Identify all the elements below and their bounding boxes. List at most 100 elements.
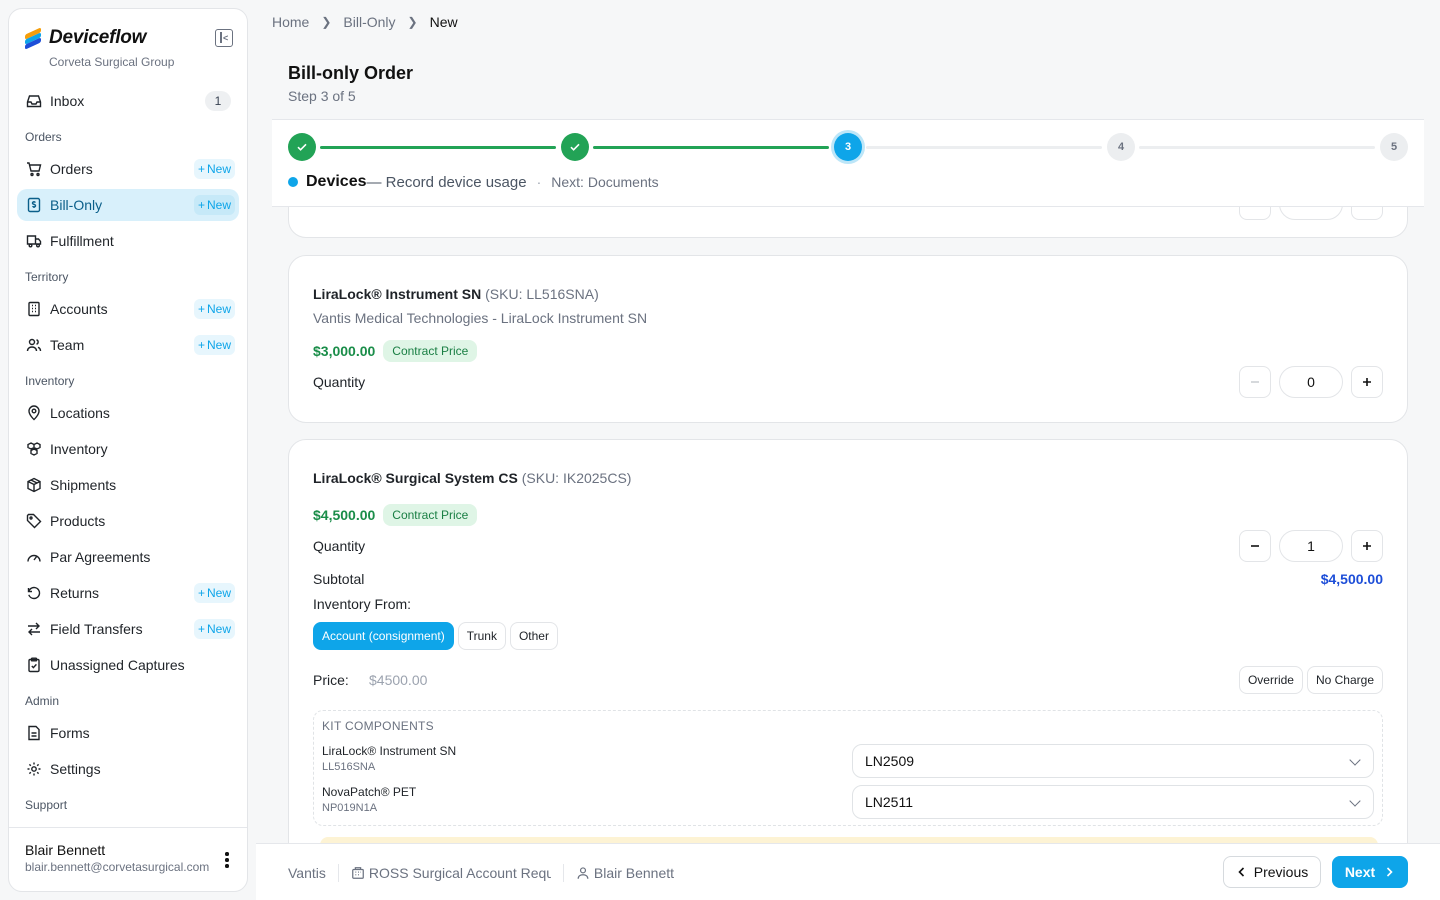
sidebar-item-returns[interactable]: Returns + New xyxy=(17,577,239,609)
brand[interactable]: Deviceflow xyxy=(25,27,146,50)
sidebar-item-label: Unassigned Captures xyxy=(50,657,185,673)
inbox-icon xyxy=(25,92,43,110)
breadcrumb-bill-only[interactable]: Bill-Only xyxy=(343,14,395,30)
sidebar-item-label: Fulfillment xyxy=(50,233,114,249)
new-bill-only-button[interactable]: + New xyxy=(193,195,235,215)
footer-vendor: Vantis xyxy=(288,865,326,881)
sidebar-item-orders[interactable]: Orders + New xyxy=(17,153,239,185)
chevron-right-icon: ❯ xyxy=(407,15,418,29)
sidebar-item-inventory[interactable]: Inventory xyxy=(17,433,239,465)
subtotal-label: Subtotal xyxy=(313,571,365,587)
sidebar-item-shipments[interactable]: Shipments xyxy=(17,469,239,501)
sidebar-item-label: Products xyxy=(50,513,106,529)
minus-icon xyxy=(1251,545,1259,547)
receipt-dollar-icon xyxy=(25,196,43,214)
sidebar-item-team[interactable]: Team + New xyxy=(17,329,239,361)
building-icon xyxy=(25,300,43,318)
breadcrumb-home[interactable]: Home xyxy=(272,14,309,30)
chevron-down-icon xyxy=(1349,754,1361,766)
inventory-option-other[interactable]: Other xyxy=(509,622,558,650)
new-field-transfer-button[interactable]: + New xyxy=(193,619,235,639)
sidebar-item-label: Team xyxy=(50,337,85,353)
decrement-button[interactable] xyxy=(1239,530,1271,562)
new-account-button[interactable]: + New xyxy=(193,299,235,319)
plus-icon: + xyxy=(197,198,205,212)
user-profile[interactable]: Blair Bennett blair.bennett@corvetasurgi… xyxy=(9,827,247,891)
previous-button[interactable]: Previous xyxy=(1223,856,1321,888)
new-return-button[interactable]: + New xyxy=(193,583,235,603)
quantity-input[interactable]: 1 xyxy=(1279,530,1343,562)
building-icon xyxy=(351,866,365,880)
sidebar-item-inbox[interactable]: Inbox 1 xyxy=(17,85,239,117)
sidebar-item-products[interactable]: Products xyxy=(17,505,239,537)
nav-section-support: Support xyxy=(25,798,68,812)
sidebar-item-settings[interactable]: Settings xyxy=(17,753,239,785)
lot-select[interactable]: LN2511 xyxy=(852,785,1374,819)
subtotal-value: $4,500.00 xyxy=(1320,571,1383,587)
increment-button[interactable] xyxy=(1351,530,1383,562)
inventory-source-options: Account (consignment) Trunk Other xyxy=(313,622,558,650)
breadcrumb: Home ❯ Bill-Only ❯ New xyxy=(272,14,458,30)
inventory-option-trunk[interactable]: Trunk xyxy=(457,622,506,650)
new-team-member-button[interactable]: + New xyxy=(193,335,235,355)
step-1-complete[interactable] xyxy=(288,133,316,161)
sidebar-item-label: Inventory xyxy=(50,441,108,457)
override-button[interactable]: Override xyxy=(1238,666,1303,694)
device-card-previous xyxy=(288,207,1408,238)
nav-section-territory: Territory xyxy=(25,270,69,284)
price-label: Price: xyxy=(313,672,349,688)
device-list[interactable]: LiraLock® Instrument SN (SKU: LL516SNA) … xyxy=(272,207,1424,843)
step-4[interactable]: 4 xyxy=(1107,133,1135,161)
step-connector xyxy=(1139,146,1375,149)
gear-icon xyxy=(25,760,43,778)
device-vendor: Vantis Medical Technologies - LiraLock I… xyxy=(313,310,648,326)
sidebar-item-forms[interactable]: Forms xyxy=(17,717,239,749)
new-label: New xyxy=(206,198,231,212)
sidebar-item-par-agreements[interactable]: Par Agreements xyxy=(17,541,239,573)
sidebar-item-accounts[interactable]: Accounts + New xyxy=(17,293,239,325)
quantity-value[interactable] xyxy=(1279,207,1343,220)
nav-section-inventory: Inventory xyxy=(25,374,75,388)
step-5[interactable]: 5 xyxy=(1380,133,1408,161)
stepper: 3 4 5 Devices — Record device usage Next… xyxy=(272,119,1424,207)
step-3-current[interactable]: 3 xyxy=(834,133,862,161)
decrement-button[interactable] xyxy=(1239,207,1271,220)
kit-component-name: LiraLock® Instrument SN xyxy=(322,744,457,758)
sidebar-item-unassigned-captures[interactable]: Unassigned Captures xyxy=(17,649,239,681)
sidebar-item-fulfillment[interactable]: Fulfillment xyxy=(17,225,239,257)
sidebar-item-locations[interactable]: Locations xyxy=(17,397,239,429)
gauge-icon xyxy=(25,548,43,566)
quantity-input[interactable]: 0 xyxy=(1279,366,1343,398)
sidebar-nav: Inbox 1 Orders Orders + New Bill-Only + Ne… xyxy=(17,85,239,821)
user-icon xyxy=(576,866,590,880)
step-2-complete[interactable] xyxy=(561,133,589,161)
sidebar-item-label: Bill-Only xyxy=(50,197,103,213)
plus-icon: + xyxy=(197,586,205,600)
inbox-count-badge: 1 xyxy=(205,91,231,111)
sidebar-item-label: Returns xyxy=(50,585,100,601)
increment-button[interactable] xyxy=(1351,207,1383,220)
inventory-from-label: Inventory From: xyxy=(313,596,412,612)
lot-select-value: LN2509 xyxy=(865,753,915,769)
no-charge-button[interactable]: No Charge xyxy=(1306,666,1383,694)
increment-button[interactable] xyxy=(1351,366,1383,398)
order-context: Vantis ROSS Surgical Account Request Bla… xyxy=(288,864,674,882)
next-button[interactable]: Next xyxy=(1332,856,1408,888)
new-label: New xyxy=(206,338,231,352)
check-icon xyxy=(570,143,580,151)
sidebar-collapse-icon[interactable]: < xyxy=(215,29,233,47)
kit-components: KIT COMPONENTS LiraLock® Instrument SN L… xyxy=(313,710,1383,826)
lot-select[interactable]: LN2509 xyxy=(852,744,1374,778)
new-order-button[interactable]: + New xyxy=(193,159,235,179)
inventory-option-account-consignment[interactable]: Account (consignment) xyxy=(313,622,454,650)
deviceflow-logo-icon xyxy=(25,27,41,50)
sidebar-item-bill-only[interactable]: Bill-Only + New xyxy=(17,189,239,221)
price-row: $4,500.00 Contract Price xyxy=(313,504,478,526)
map-pin-icon xyxy=(25,404,43,422)
plus-icon: + xyxy=(197,338,205,352)
price-actions: Override No Charge xyxy=(1238,666,1383,694)
more-vertical-icon[interactable] xyxy=(225,852,229,868)
decrement-button[interactable] xyxy=(1239,366,1271,398)
next-step-label: Next: Documents xyxy=(537,174,658,190)
sidebar-item-field-transfers[interactable]: Field Transfers + New xyxy=(17,613,239,645)
